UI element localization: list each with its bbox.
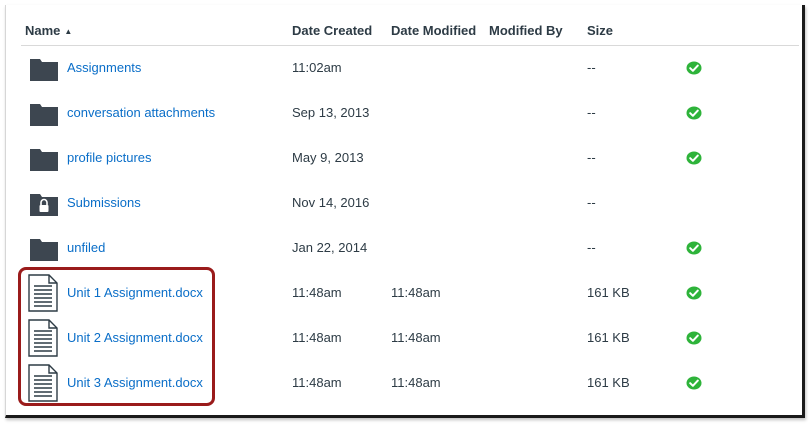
- column-header-date-modified[interactable]: Date Modified: [391, 23, 476, 38]
- file-name-link[interactable]: Submissions: [67, 195, 141, 210]
- published-check-icon[interactable]: [686, 106, 702, 125]
- folder-icon: [29, 146, 59, 177]
- size-value: --: [587, 150, 596, 165]
- file-name-link[interactable]: profile pictures: [67, 150, 152, 165]
- date-created-value: Jan 22, 2014: [292, 240, 368, 255]
- date-created-value: May 9, 2013: [292, 150, 364, 165]
- date-created-value: 11:48am: [292, 285, 342, 300]
- date-modified-value: 11:48am: [391, 330, 441, 345]
- column-header-name[interactable]: Name ▲: [25, 23, 72, 38]
- file-name-link[interactable]: Unit 2 Assignment.docx: [67, 330, 203, 345]
- size-value: 161 KB: [587, 375, 630, 390]
- file-row[interactable]: Unit 1 Assignment.docx 11:48am 11:48am 161 …: [21, 271, 799, 316]
- date-created-value: 11:02am: [292, 60, 342, 75]
- file-name-link[interactable]: Unit 3 Assignment.docx: [67, 375, 203, 390]
- document-icon: [28, 319, 58, 362]
- date-created-value: Nov 14, 2016: [292, 195, 370, 210]
- locked-folder-icon: [29, 191, 59, 222]
- file-row[interactable]: Unit 2 Assignment.docx 11:48am 11:48am 161 …: [21, 316, 799, 361]
- file-row[interactable]: unfiled Jan 22, 2014 --: [21, 226, 799, 271]
- date-modified-value: 11:48am: [391, 285, 441, 300]
- file-name-link[interactable]: Assignments: [67, 60, 141, 75]
- folder-icon: [29, 101, 59, 132]
- size-value: --: [587, 240, 596, 255]
- published-check-icon[interactable]: [686, 376, 702, 395]
- column-header-date-created[interactable]: Date Created: [292, 23, 372, 38]
- size-value: --: [587, 60, 596, 75]
- column-header-name-label: Name: [25, 23, 61, 38]
- date-created-value: Sep 13, 2013: [292, 105, 370, 120]
- published-check-icon[interactable]: [686, 61, 702, 80]
- date-modified-value: 11:48am: [391, 375, 441, 390]
- file-row[interactable]: Unit 3 Assignment.docx 11:48am 11:48am 161 …: [21, 361, 799, 406]
- published-check-icon[interactable]: [686, 286, 702, 305]
- size-value: 161 KB: [587, 330, 630, 345]
- size-value: --: [587, 105, 596, 120]
- file-name-link[interactable]: conversation attachments: [67, 105, 215, 120]
- published-check-icon[interactable]: [686, 151, 702, 170]
- published-check-icon[interactable]: [686, 331, 702, 350]
- file-row[interactable]: Submissions Nov 14, 2016 --: [21, 181, 799, 226]
- file-row[interactable]: profile pictures May 9, 2013 --: [21, 136, 799, 181]
- published-check-icon[interactable]: [686, 241, 702, 260]
- file-name-link[interactable]: unfiled: [67, 240, 105, 255]
- file-row[interactable]: conversation attachments Sep 13, 2013 --: [21, 91, 799, 136]
- folder-icon: [29, 236, 59, 267]
- column-header-size[interactable]: Size: [587, 23, 613, 38]
- file-name-link[interactable]: Unit 1 Assignment.docx: [67, 285, 203, 300]
- document-icon: [28, 364, 58, 407]
- date-created-value: 11:48am: [292, 375, 342, 390]
- files-table-header: Name ▲ Date Created Date Modified Modifie…: [21, 19, 799, 46]
- document-icon: [28, 274, 58, 317]
- file-row[interactable]: Assignments 11:02am --: [21, 46, 799, 91]
- sort-ascending-icon: ▲: [64, 27, 73, 36]
- folder-icon: [29, 56, 59, 87]
- date-created-value: 11:48am: [292, 330, 342, 345]
- size-value: 161 KB: [587, 285, 630, 300]
- size-value: --: [587, 195, 596, 210]
- column-header-modified-by[interactable]: Modified By: [489, 23, 563, 38]
